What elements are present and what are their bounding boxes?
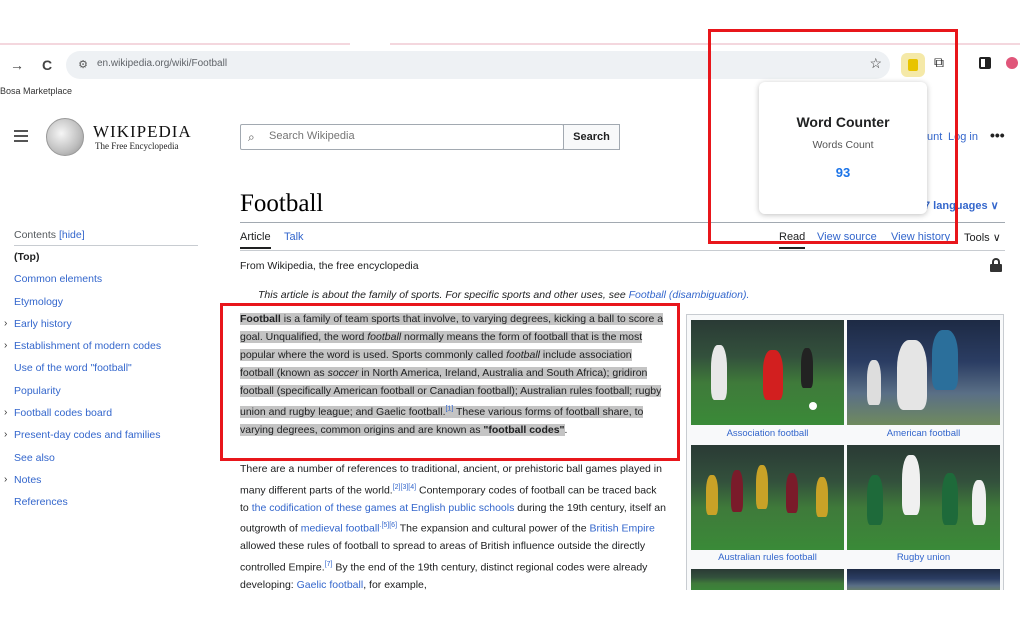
citation-link[interactable]: .[5][6]	[380, 522, 398, 529]
toc-item[interactable]: Common elements	[4, 273, 204, 295]
bookmark-item[interactable]: Bosa Marketplace	[0, 86, 72, 102]
reload-icon[interactable]: C	[36, 54, 58, 76]
chevron-right-icon: ›	[4, 473, 8, 485]
selection-highlight-box	[220, 303, 680, 461]
tabs-divider	[240, 250, 1005, 251]
more-options-icon[interactable]: •••	[990, 127, 1005, 143]
american-football-image[interactable]	[847, 320, 1000, 425]
toc-item[interactable]: Etymology	[4, 296, 204, 318]
search-box[interactable]: ⌕	[240, 124, 564, 150]
popup-highlight-box	[708, 29, 958, 244]
article-link[interactable]: British Empire	[589, 523, 654, 535]
lock-icon[interactable]	[990, 258, 1002, 272]
toc-item[interactable]: Use of the word "football"	[4, 362, 204, 384]
chevron-right-icon: ›	[4, 340, 8, 352]
image-gallery: Association football American football A…	[686, 314, 1004, 594]
toc-divider	[14, 245, 198, 246]
australian-rules-football-image[interactable]	[691, 445, 844, 550]
gallery-caption[interactable]: American football	[847, 428, 1000, 439]
chevron-right-icon: ›	[4, 429, 8, 441]
page-title: Football	[240, 190, 324, 217]
url-text[interactable]: en.wikipedia.org/wiki/Football	[97, 58, 227, 69]
main-menu-icon[interactable]	[14, 130, 28, 142]
search-button[interactable]: Search	[563, 124, 620, 150]
profile-avatar[interactable]	[1006, 57, 1018, 69]
forward-icon[interactable]: →	[6, 54, 28, 76]
wikipedia-wordmark[interactable]: WIKIPEDIA	[93, 122, 192, 142]
bottom-whitespace	[0, 590, 1020, 638]
wikipedia-tagline: The Free Encyclopedia	[95, 141, 179, 151]
gallery-caption[interactable]: Rugby union	[847, 552, 1000, 563]
toc-heading-label: Contents	[14, 229, 57, 241]
toc-item[interactable]: › Notes	[4, 474, 204, 496]
search-icon: ⌕	[248, 130, 255, 144]
toc-item[interactable]: See also	[4, 452, 204, 474]
toc-item-top[interactable]: (Top)	[4, 251, 204, 273]
toc-item[interactable]: › Early history	[4, 318, 204, 340]
disambiguation-link[interactable]: Football (disambiguation).	[629, 289, 750, 301]
side-panel-icon[interactable]	[979, 57, 991, 69]
hatnote: This article is about the family of spor…	[258, 289, 749, 301]
article-link[interactable]: medieval football	[301, 523, 380, 535]
from-wikipedia-note: From Wikipedia, the free encyclopedia	[240, 260, 419, 272]
toc-item[interactable]: References	[4, 496, 204, 518]
toc-item[interactable]: › Present-day codes and families	[4, 429, 204, 451]
toc-hide-link[interactable]: [hide]	[59, 229, 85, 241]
tab-article[interactable]: Article	[240, 231, 271, 249]
toc-item[interactable]: › Football codes board	[4, 407, 204, 429]
toc-heading: Contents [hide]	[14, 229, 85, 241]
table-of-contents: (Top) Common elements Etymology › Early h…	[4, 251, 204, 519]
tools-dropdown[interactable]: Tools ∨	[964, 231, 1001, 244]
citation-link[interactable]: [2][3][4]	[393, 484, 416, 491]
gallery-caption[interactable]: Australian rules football	[691, 552, 844, 563]
tab-talk[interactable]: Talk	[284, 231, 304, 243]
site-info-icon[interactable]: ⚙	[74, 56, 92, 74]
toc-item[interactable]: Popularity	[4, 385, 204, 407]
chevron-right-icon: ›	[4, 317, 8, 329]
body-paragraph: There are a number of references to trad…	[240, 463, 666, 592]
search-input[interactable]	[269, 130, 549, 142]
hatnote-text: This article is about the family of spor…	[258, 289, 626, 301]
association-football-image[interactable]	[691, 320, 844, 425]
rugby-union-image[interactable]	[847, 445, 1000, 550]
chevron-right-icon: ›	[4, 407, 8, 419]
toc-item[interactable]: › Establishment of modern codes	[4, 340, 204, 362]
wikipedia-globe-logo[interactable]	[46, 118, 84, 156]
article-link[interactable]: the codification of these games at Engli…	[252, 502, 515, 514]
gallery-caption[interactable]: Association football	[691, 428, 844, 439]
